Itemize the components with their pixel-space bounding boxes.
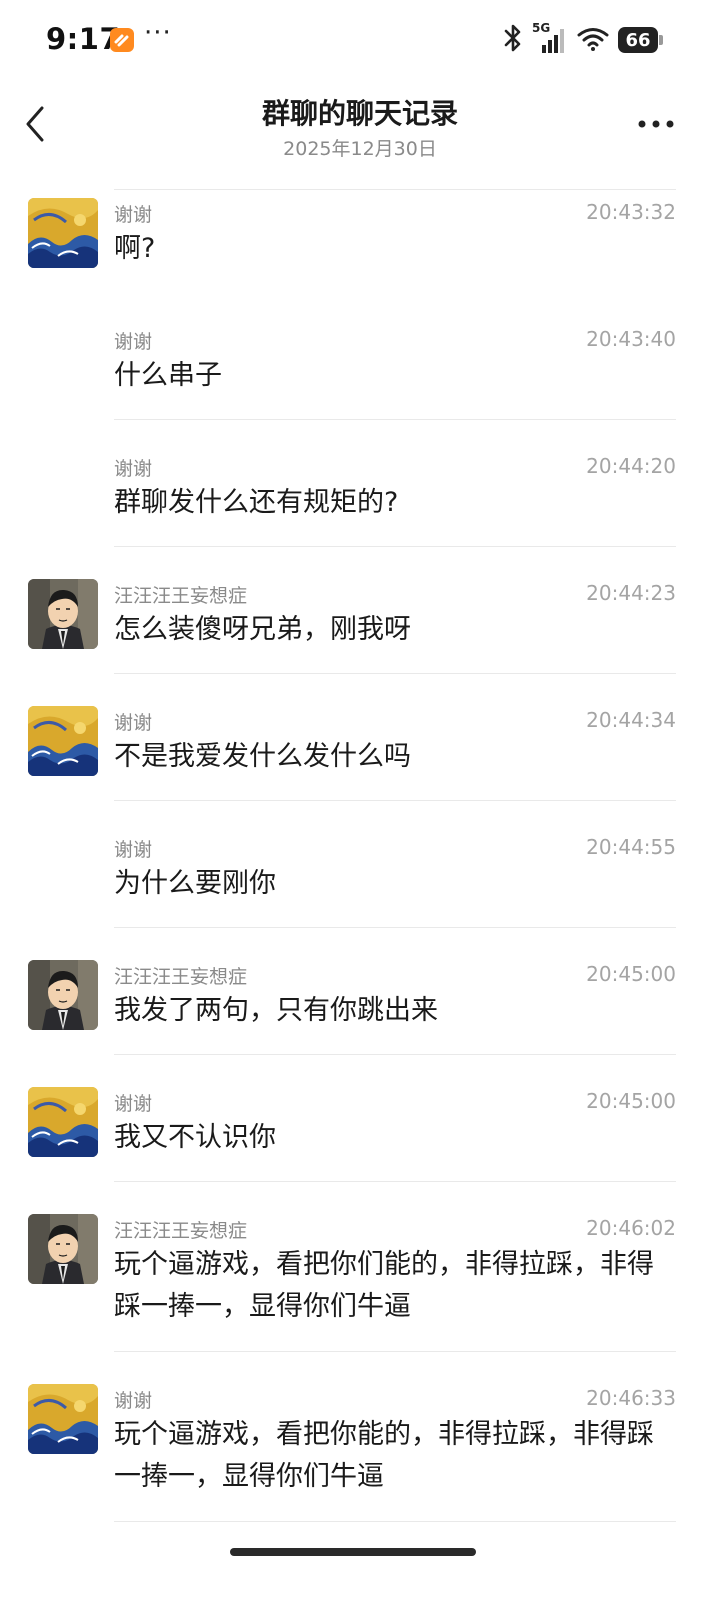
message-text: 我又不认识你: [114, 1122, 276, 1153]
message-item[interactable]: 谢谢 20:43:40 什么串子: [0, 293, 720, 420]
sender-name: 汪汪汪王妄想症: [114, 1220, 248, 1242]
cartoon-man-avatar-icon: [28, 1214, 98, 1284]
divider: [114, 189, 676, 190]
sender-name: 谢谢: [114, 204, 153, 226]
sender-name: 谢谢: [114, 712, 153, 734]
battery-icon: 66: [618, 27, 663, 53]
message-time: 20:44:34: [586, 708, 676, 732]
sender-name: 谢谢: [114, 1390, 153, 1412]
page-subtitle-date: 2025年12月30日: [283, 138, 437, 160]
starry-wave-avatar-icon: [28, 1087, 98, 1157]
message-item[interactable]: 谢谢 20:43:32 啊?: [0, 189, 720, 293]
message-text: 玩个逼游戏，看把你能的，非得拉踩，非得踩一捧一，显得你们牛逼: [114, 1419, 654, 1492]
message-time: 20:44:20: [586, 454, 676, 478]
message-time: 20:44:55: [586, 835, 676, 859]
message-text: 我发了两句，只有你跳出来: [114, 995, 438, 1026]
sender-name: 汪汪汪王妄想症: [114, 966, 248, 988]
wifi-icon: [576, 24, 610, 56]
message-item[interactable]: 汪汪汪王妄想症 20:44:23 怎么装傻呀兄弟，刚我呀: [0, 547, 720, 674]
avatar[interactable]: [28, 1214, 98, 1284]
message-time: 20:45:00: [586, 1089, 676, 1113]
avatar[interactable]: [28, 706, 98, 776]
message-item[interactable]: 谢谢 20:45:00 我又不认识你: [0, 1055, 720, 1182]
message-text: 不是我爱发什么发什么吗: [114, 741, 411, 772]
avatar[interactable]: [28, 1087, 98, 1157]
starry-wave-avatar-icon: [28, 198, 98, 268]
message-text: 玩个逼游戏，看把你们能的，非得拉踩，非得踩一捧一，显得你们牛逼: [114, 1249, 654, 1322]
status-bar: 9:17 ··· 5G 66: [0, 0, 720, 80]
message-item[interactable]: 汪汪汪王妄想症 20:46:02 玩个逼游戏，看把你们能的，非得拉踩，非得踩一捧…: [0, 1182, 720, 1352]
sender-name: 谢谢: [114, 839, 153, 861]
message-time: 20:44:23: [586, 581, 676, 605]
starry-wave-avatar-icon: [28, 1384, 98, 1454]
message-item[interactable]: 谢谢 20:44:55 为什么要刚你: [0, 801, 720, 928]
message-text: 什么串子: [114, 360, 222, 391]
message-list: 谢谢 20:43:32 啊? 谢谢 20:43:40 什么串子 谢谢 20:44…: [0, 189, 720, 1522]
message-time: 20:46:02: [586, 1216, 676, 1240]
more-button[interactable]: [634, 110, 678, 138]
message-text: 啊?: [114, 233, 156, 264]
message-time: 20:45:00: [586, 962, 676, 986]
starry-wave-avatar-icon: [28, 706, 98, 776]
page-title: 群聊的聊天记录: [261, 97, 458, 130]
app-notification-icon: [110, 28, 134, 52]
more-horizontal-icon: [638, 120, 674, 128]
avatar[interactable]: [28, 198, 98, 268]
bluetooth-icon: [502, 23, 524, 57]
divider: [114, 1521, 676, 1522]
message-item[interactable]: 汪汪汪王妄想症 20:45:00 我发了两句，只有你跳出来: [0, 928, 720, 1055]
home-indicator[interactable]: [230, 1548, 476, 1556]
message-text: 怎么装傻呀兄弟，刚我呀: [114, 614, 411, 645]
avatar[interactable]: [28, 579, 98, 649]
message-item[interactable]: 谢谢 20:44:20 群聊发什么还有规矩的?: [0, 420, 720, 547]
cartoon-man-avatar-icon: [28, 960, 98, 1030]
status-icons: 5G 66: [502, 21, 663, 57]
message-time: 20:43:40: [586, 327, 676, 351]
sender-name: 谢谢: [114, 331, 153, 353]
signal-icon: 5G: [532, 21, 568, 55]
sender-name: 谢谢: [114, 458, 153, 480]
message-item[interactable]: 谢谢 20:46:33 玩个逼游戏，看把你能的，非得拉踩，非得踩一捧一，显得你们…: [0, 1352, 720, 1522]
sender-name: 汪汪汪王妄想症: [114, 585, 248, 607]
message-time: 20:43:32: [586, 200, 676, 224]
message-text: 为什么要刚你: [114, 868, 276, 899]
avatar[interactable]: [28, 1384, 98, 1454]
message-text: 群聊发什么还有规矩的?: [114, 487, 399, 518]
sender-name: 谢谢: [114, 1093, 153, 1115]
cartoon-man-avatar-icon: [28, 579, 98, 649]
status-more-icon: ···: [144, 18, 172, 48]
avatar[interactable]: [28, 960, 98, 1030]
header: 群聊的聊天记录 2025年12月30日: [0, 80, 720, 176]
message-item[interactable]: 谢谢 20:44:34 不是我爱发什么发什么吗: [0, 674, 720, 801]
message-time: 20:46:33: [586, 1386, 676, 1410]
